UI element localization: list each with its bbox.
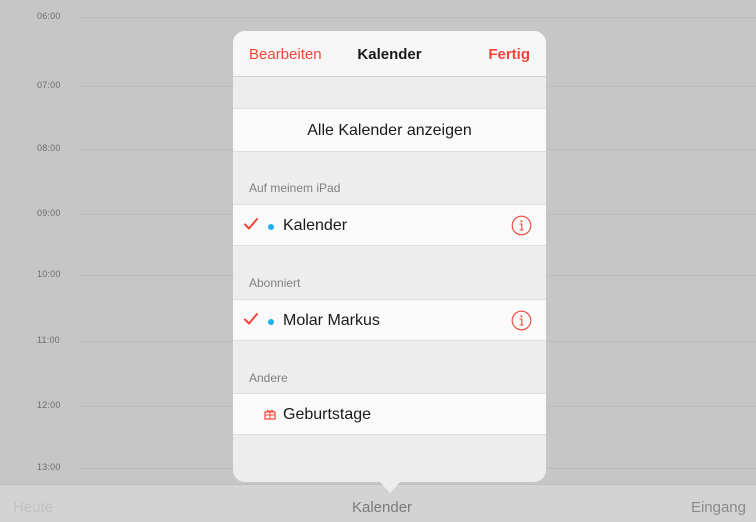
hour-label: 08:00 <box>37 143 61 153</box>
calendar-row-molar-markus[interactable]: Molar Markus <box>233 299 546 341</box>
inbox-button[interactable]: Eingang <box>691 499 746 516</box>
calendar-label: Molar Markus <box>283 312 380 329</box>
info-icon[interactable] <box>511 310 532 331</box>
hour-label: 07:00 <box>37 80 61 90</box>
section-header: Abonniert <box>249 276 301 290</box>
calendar-color-dot <box>268 224 274 230</box>
hour-row: 06:00 <box>0 11 756 21</box>
section-header: Auf meinem iPad <box>249 181 341 195</box>
calendar-label: Geburtstage <box>283 406 372 423</box>
popover-nav-bar: Bearbeiten Kalender Fertig <box>233 31 546 77</box>
calendar-color-dot <box>268 319 274 325</box>
checkmark-icon <box>244 218 258 230</box>
calendars-popover: Bearbeiten Kalender Fertig Alle Kalender… <box>233 31 546 482</box>
hour-label: 13:00 <box>37 462 61 472</box>
today-button[interactable]: Heute <box>13 499 53 516</box>
calendars-button[interactable]: Kalender <box>352 499 412 516</box>
calendar-row-kalender[interactable]: Kalender <box>233 204 546 246</box>
hour-label: 10:00 <box>37 269 61 279</box>
done-button[interactable]: Fertig <box>488 46 530 63</box>
hour-line <box>80 17 756 18</box>
hour-label: 09:00 <box>37 208 61 218</box>
hour-label: 06:00 <box>37 11 61 21</box>
calendar-label: Kalender <box>283 217 348 234</box>
gift-icon <box>264 410 276 420</box>
show-all-label: Alle Kalender anzeigen <box>307 122 472 139</box>
info-icon[interactable] <box>511 215 532 236</box>
section-header: Andere <box>249 371 288 385</box>
checkmark-icon <box>244 313 258 325</box>
hour-label: 12:00 <box>37 400 61 410</box>
show-all-calendars-button[interactable]: Alle Kalender anzeigen <box>233 108 546 152</box>
calendar-row-geburtstage[interactable]: Geburtstage <box>233 393 546 435</box>
hour-label: 11:00 <box>37 335 60 345</box>
